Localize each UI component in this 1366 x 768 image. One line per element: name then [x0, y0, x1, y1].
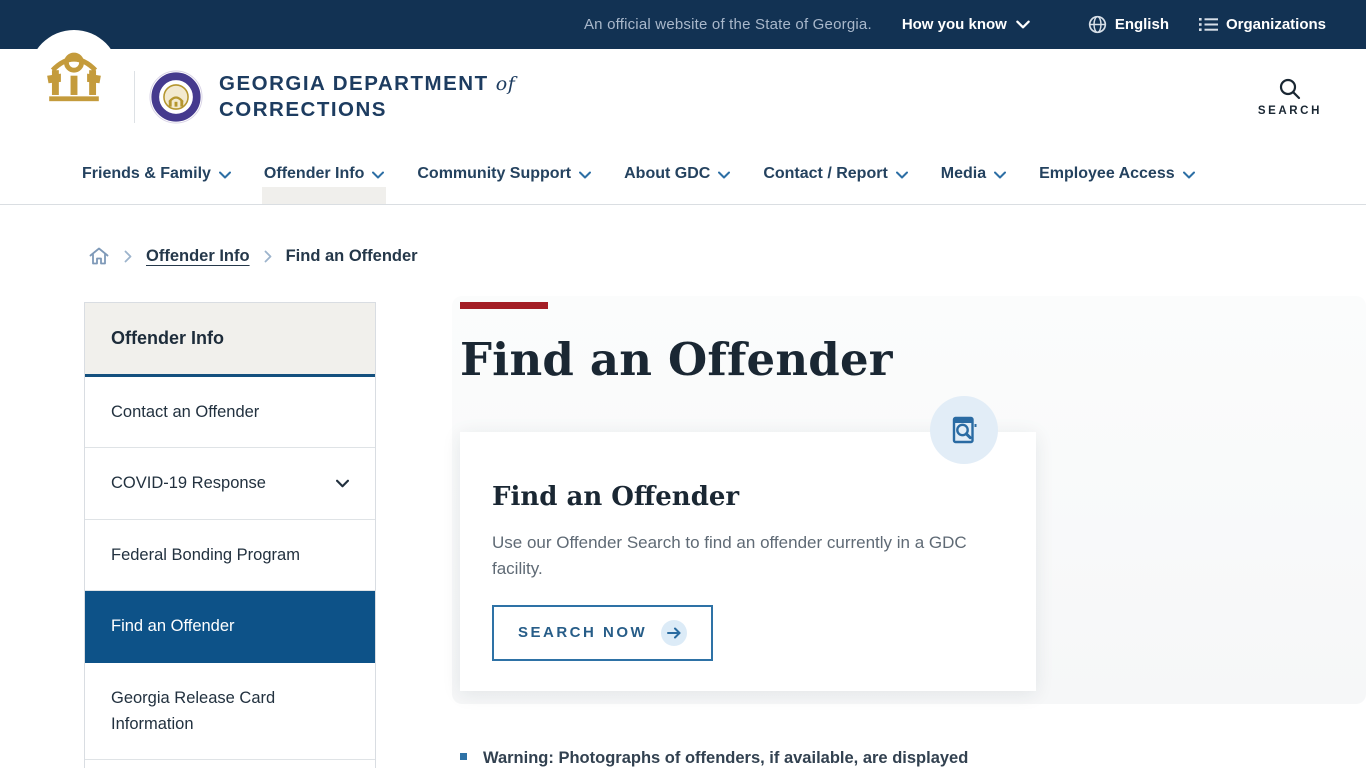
search-now-label: SEARCH NOW — [518, 624, 648, 642]
sidebar-item-incarcerated-veterans[interactable]: Incarcerated Veterans — [85, 760, 375, 768]
breadcrumb-current-page: Find an Offender — [285, 246, 418, 265]
agency-title-of: of — [495, 73, 516, 96]
chevron-down-icon — [218, 171, 231, 179]
agency-title[interactable]: GEORGIA DEPARTMENT of CORRECTIONS — [219, 71, 515, 121]
search-now-button[interactable]: SEARCH NOW — [492, 604, 714, 661]
main-content: Find an Offender Find an Offender Use ou… — [460, 302, 1036, 768]
language-button[interactable]: English — [1088, 15, 1169, 34]
search-icon — [1279, 78, 1301, 100]
sidebar-item-covid-19-response[interactable]: COVID-19 Response — [85, 448, 375, 520]
government-topbar: An official website of the State of Geor… — [0, 0, 1366, 49]
chevron-right-icon — [124, 250, 132, 263]
chevron-down-icon — [994, 171, 1007, 179]
georgia-arch-logo[interactable] — [29, 30, 119, 120]
card-description: Use our Offender Search to find an offen… — [492, 533, 967, 579]
nav-item-offender-info[interactable]: Offender Info — [261, 144, 387, 204]
chevron-down-icon — [1182, 171, 1195, 179]
chevron-down-icon — [372, 171, 385, 179]
search-label: SEARCH — [1257, 105, 1322, 117]
nav-item-community-support[interactable]: Community Support — [417, 144, 592, 204]
nav-item-label: Contact / Report — [763, 165, 888, 182]
sidebar-item-label: Contact an Offender — [111, 403, 260, 421]
georgia-arch-icon — [47, 52, 101, 102]
sidebar-item-georgia-release-card-information[interactable]: Georgia Release Card Information — [85, 662, 375, 761]
title-accent-bar — [460, 302, 548, 309]
nav-item-employee-access[interactable]: Employee Access — [1039, 144, 1195, 204]
nav-item-label: Offender Info — [263, 165, 365, 182]
sidebar-item-label: Find an Offender — [111, 617, 235, 636]
sidebar-item-label: Federal Bonding Program — [111, 545, 300, 564]
nav-item-label: Community Support — [417, 165, 572, 182]
list-icon — [1198, 18, 1218, 31]
page-title: Find an Offender — [460, 333, 893, 386]
nav-item-media[interactable]: Media — [940, 144, 1007, 204]
chevron-down-icon — [1016, 20, 1030, 29]
arrow-right-icon — [661, 619, 688, 646]
warning-list-item: Warning: Photographs of offenders, if av… — [460, 746, 1026, 768]
language-label: English — [1114, 16, 1169, 33]
how-you-know-label: How you know — [901, 16, 1007, 33]
nav-item-label: About GDC — [624, 165, 711, 182]
nav-item-label: Employee Access — [1039, 165, 1175, 182]
nav-item-label: Friends & Family — [82, 165, 211, 182]
organizations-button[interactable]: Organizations — [1198, 16, 1326, 33]
globe-icon — [1088, 15, 1106, 34]
chevron-down-icon — [718, 171, 731, 179]
bullet-square-icon — [460, 752, 467, 760]
official-website-text: An official website of the State of Geor… — [583, 16, 872, 33]
nav-item-about-gdc[interactable]: About GDC — [624, 144, 731, 204]
sidebar-offender-info: Offender Info Contact an Offender COVID-… — [84, 302, 376, 768]
primary-nav: Friends & Family Offender Info Community… — [0, 144, 1366, 205]
card-badge — [930, 396, 998, 464]
sidebar-item-label: COVID-19 Response — [111, 474, 266, 493]
content: Offender Info Contact an Offender COVID-… — [0, 302, 1366, 768]
how-you-know-button[interactable]: How you know — [902, 16, 1030, 33]
agency-title-line2: CORRECTIONS — [219, 97, 387, 121]
gdc-seal-icon — [149, 69, 203, 124]
site-header: GEORGIA DEPARTMENT of CORRECTIONS SEARCH — [0, 30, 1366, 144]
chevron-right-icon — [264, 250, 272, 263]
sidebar-title: Offender Info — [85, 303, 375, 377]
breadcrumb-offender-info-link[interactable]: Offender Info — [146, 247, 250, 266]
sidebar-item-label: Georgia Release Card Information — [111, 688, 276, 733]
organizations-label: Organizations — [1225, 16, 1326, 33]
chevron-down-icon — [579, 171, 592, 179]
chevron-down-icon — [336, 479, 349, 488]
page: An official website of the State of Geor… — [0, 0, 1366, 768]
search-button[interactable]: SEARCH — [1258, 76, 1322, 117]
nav-item-contact-report[interactable]: Contact / Report — [763, 144, 908, 204]
agency-title-line1: GEORGIA DEPARTMENT — [219, 72, 489, 96]
card-title: Find an Offender — [492, 482, 740, 512]
home-icon — [89, 247, 109, 265]
document-search-icon — [952, 416, 977, 444]
chevron-down-icon — [895, 171, 908, 179]
nav-item-label: Media — [940, 165, 987, 182]
breadcrumb-home-link[interactable] — [88, 246, 110, 266]
sidebar-item-find-an-offender[interactable]: Find an Offender — [85, 591, 375, 663]
sidebar-item-contact-an-offender[interactable]: Contact an Offender — [85, 377, 375, 449]
nav-item-friends-family[interactable]: Friends & Family — [82, 144, 231, 204]
breadcrumb: Offender Info Find an Offender — [88, 246, 1366, 266]
sidebar-item-federal-bonding-program[interactable]: Federal Bonding Program — [85, 519, 375, 592]
find-offender-card: Find an Offender Use our Offender Search… — [460, 396, 1036, 691]
header-divider — [134, 70, 135, 123]
warning-text: Warning: Photographs of offenders, if av… — [483, 748, 969, 767]
